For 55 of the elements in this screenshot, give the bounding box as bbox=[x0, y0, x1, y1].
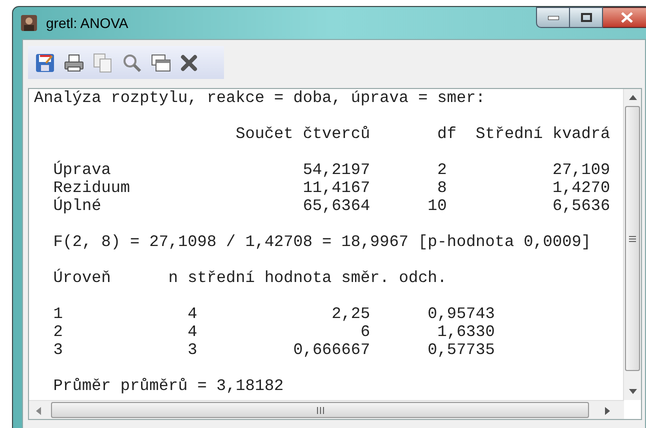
scroll-down-icon[interactable] bbox=[629, 389, 637, 394]
search-icon[interactable] bbox=[122, 52, 142, 72]
table-cell: 65,6364 bbox=[302, 197, 370, 215]
window-title: gretl: ANOVA bbox=[46, 14, 128, 33]
scroll-up-icon[interactable] bbox=[629, 95, 637, 100]
table-cell: 2 bbox=[437, 161, 447, 179]
table-cell: 1,4270 bbox=[552, 179, 610, 197]
table-cell: 0,57735 bbox=[428, 341, 495, 359]
table-cell: 6 bbox=[360, 323, 370, 341]
row-label: Úplné bbox=[53, 197, 102, 215]
maximize-icon bbox=[580, 13, 592, 22]
table-cell: 27,109 bbox=[552, 161, 610, 179]
grip-icon bbox=[316, 406, 324, 414]
column-header: df bbox=[437, 125, 456, 143]
table-cell: 1,6330 bbox=[437, 323, 495, 341]
table-cell-text: 3 bbox=[53, 341, 64, 359]
minimize-icon bbox=[548, 16, 558, 20]
f-test-text: F(2, 8) = 27,1098 / 1,42708 = 18,9967 [p-hodnota 0,0009] bbox=[53, 233, 591, 251]
scrollbar-thumb[interactable] bbox=[625, 106, 640, 371]
column-header: Úroveň bbox=[53, 269, 112, 287]
row-label: Úprava bbox=[53, 161, 112, 179]
table-cell: 10 bbox=[428, 197, 447, 215]
table-cell: 54,2197 bbox=[302, 161, 370, 179]
column-header: Střední kvadrá bbox=[476, 125, 610, 143]
scrollbar-thumb[interactable] bbox=[51, 402, 589, 418]
table-cell: 0,666667 bbox=[293, 341, 370, 359]
app-icon bbox=[21, 15, 37, 31]
heading-text: Analýza rozptylu, reakce = doba, úprava = smer: bbox=[34, 89, 486, 107]
minimize-button[interactable] bbox=[536, 7, 570, 28]
table-cell: 0,95743 bbox=[428, 305, 495, 323]
maximize-button[interactable] bbox=[570, 7, 603, 28]
table-cell: 4 bbox=[188, 323, 198, 341]
close-icon[interactable] bbox=[180, 54, 198, 72]
table-cell: 6,5636 bbox=[552, 197, 610, 215]
table-cell-text: 1 bbox=[53, 305, 64, 323]
horizontal-scrollbar[interactable] bbox=[29, 400, 624, 419]
table-cell: 11,4167 bbox=[302, 179, 370, 197]
printer-icon[interactable] bbox=[64, 54, 84, 72]
table-cell: 4 bbox=[188, 305, 198, 323]
close-icon bbox=[620, 12, 632, 23]
column-header: n střední hodnota směr. odch. bbox=[168, 269, 447, 287]
table-cell: 8 bbox=[437, 179, 447, 197]
grand-mean-text: Průměr průměrů = 3,18182 bbox=[53, 377, 284, 395]
table-cell-text: 2 bbox=[53, 323, 64, 341]
scroll-right-icon[interactable] bbox=[605, 407, 610, 415]
vertical-scrollbar[interactable] bbox=[623, 89, 641, 400]
close-button[interactable] bbox=[603, 7, 646, 28]
grip-icon bbox=[629, 236, 636, 242]
save-icon[interactable] bbox=[35, 52, 55, 72]
table-cell: 2,25 bbox=[332, 305, 370, 323]
column-header: Součet čtverců bbox=[236, 125, 370, 143]
row-label: Reziduum bbox=[53, 179, 132, 197]
table-cell: 3 bbox=[188, 341, 198, 359]
windows-icon[interactable] bbox=[151, 54, 171, 72]
scroll-left-icon[interactable] bbox=[36, 407, 41, 415]
